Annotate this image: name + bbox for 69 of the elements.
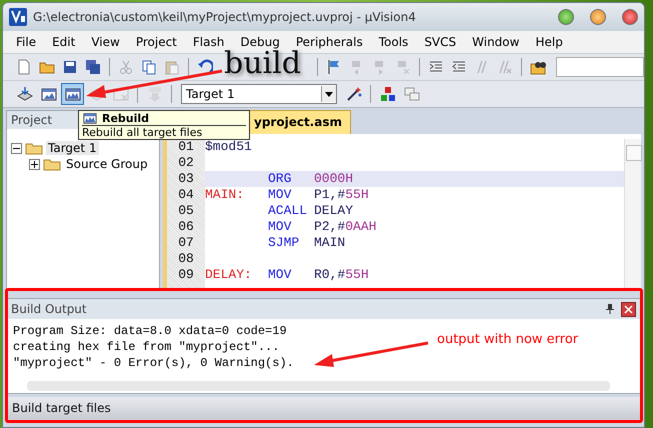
collapse-toggle[interactable]	[11, 142, 22, 154]
panel-title: Build Output	[11, 302, 88, 316]
menu-item[interactable]: Peripherals	[288, 33, 370, 51]
status-text: Build target files	[6, 397, 641, 419]
code-line: SJMP MAIN	[267, 235, 346, 251]
menu-item[interactable]: View	[84, 33, 127, 51]
search-field[interactable]	[556, 57, 644, 77]
code-line: MOV P2,#0AAH	[267, 219, 376, 235]
line-number: 02	[177, 155, 195, 171]
pages-icon	[141, 59, 158, 75]
close-button[interactable]	[622, 9, 638, 25]
minimize-button[interactable]	[558, 9, 574, 25]
output-line: creating hex file from "myproject"...	[13, 339, 280, 355]
menu-item[interactable]: SVCS	[417, 33, 464, 51]
folder-binoculars-icon	[530, 59, 546, 75]
code-line: ACALL DELAY	[267, 203, 354, 219]
line-number: 09	[177, 267, 195, 283]
line-number: 01	[177, 139, 195, 155]
menu-item[interactable]: Tools	[372, 33, 416, 51]
folder-icon	[25, 141, 43, 155]
clipboard-icon	[164, 59, 180, 75]
line-number: 08	[177, 251, 195, 267]
tree-item[interactable]: Target 1	[46, 141, 99, 155]
menu-item[interactable]: Debug	[233, 33, 287, 51]
windows-icon	[404, 86, 420, 102]
window-sparkle-icon	[40, 86, 56, 102]
line-number: 03	[177, 171, 195, 187]
document-icon	[16, 59, 32, 75]
line-number: 04	[177, 187, 195, 203]
menu-item[interactable]: Edit	[45, 33, 82, 51]
output-line: Program Size: data=8.0 xdata=0 code=19	[13, 323, 287, 339]
output-line: "myproject" - 0 Error(s), 0 Warning(s).	[13, 355, 294, 371]
line-number: 07	[177, 235, 195, 251]
wand-icon	[346, 86, 362, 102]
tree-item[interactable]: Source Group	[64, 157, 150, 171]
code-line: DELAY: MOV R0,#55H	[205, 267, 369, 283]
menu-item[interactable]: File	[9, 33, 44, 51]
menu-item[interactable]: Window	[465, 33, 526, 51]
line-number: 06	[177, 219, 195, 235]
folder-icon	[43, 157, 61, 171]
menu-item[interactable]: Flash	[186, 33, 232, 51]
tooltip-text: Rebuild all target files	[82, 126, 204, 139]
window-sparkle-icon	[82, 111, 98, 125]
flag-cross-icon	[395, 59, 412, 75]
slashes-icon	[497, 59, 514, 75]
maximize-button[interactable]	[590, 9, 606, 25]
menu-item[interactable]: Project	[128, 33, 184, 51]
window-cross-icon	[112, 86, 128, 102]
pin-icon[interactable]	[605, 304, 615, 314]
code-line: MAIN: MOV P1,#55H	[205, 187, 369, 203]
annotation-note: output with now error	[437, 332, 578, 347]
chip-arrow-icon	[146, 86, 162, 102]
code-line: ORG 0000H	[267, 171, 354, 187]
scissors-icon	[118, 59, 134, 75]
floppy-disks-icon	[85, 59, 102, 75]
colored-blocks-icon	[380, 86, 396, 102]
app-icon	[9, 8, 27, 26]
tooltip-title: Rebuild	[102, 112, 150, 124]
code-line: $mod51	[205, 139, 252, 155]
dropdown-arrow-icon	[325, 92, 333, 96]
window-sparkle-icon	[64, 86, 80, 102]
window-title: G:\electronia\custom\keil\myProject\myproject.uvproj - µVision4	[33, 10, 417, 24]
rebuild-button[interactable]	[61, 83, 84, 105]
menu-item[interactable]: Help	[528, 33, 570, 51]
expand-toggle[interactable]	[29, 158, 40, 170]
target-select[interactable]: Target 1	[181, 84, 337, 104]
close-icon[interactable]	[621, 302, 636, 316]
line-number: 05	[177, 203, 195, 219]
stack-arrow-icon	[16, 86, 32, 102]
